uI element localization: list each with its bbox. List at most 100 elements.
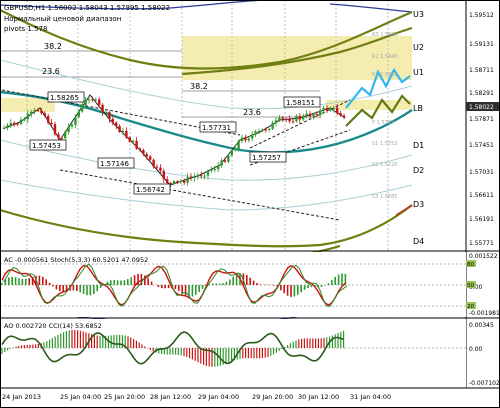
candle-body [118, 126, 121, 132]
candle-body [132, 140, 135, 142]
time-axis-tick: 30 Jan 12:00 [298, 393, 339, 401]
price-axis-tick: 1.55771 [469, 240, 494, 247]
level-label-u3: U3 [413, 10, 424, 19]
level-label-d3: D3 [413, 200, 424, 209]
fib-label: 38.2 [44, 42, 62, 51]
candle-body [145, 153, 148, 157]
candle-body [98, 99, 101, 105]
candle-body [257, 130, 261, 132]
chart-canvas[interactable]: 1.58265 1.57453 1.57146 1.56742 1.57731 1.572… [0, 0, 500, 408]
candle-body [271, 122, 274, 129]
candle-body [30, 111, 33, 114]
candle-body [285, 118, 288, 120]
pivot-label: R3 1.5933 [372, 32, 398, 38]
level-label-d1: D1 [413, 141, 424, 150]
candle-body [342, 115, 346, 118]
ao-panel-label: AO 0.002720 CCI(14) 53.6852 [4, 322, 102, 330]
candle-body [23, 119, 26, 121]
time-axis-tick: 25 Jan 20:00 [104, 393, 145, 401]
candle-body [247, 138, 250, 141]
candle-body [223, 160, 227, 162]
candle-body [261, 129, 264, 131]
candle-body [74, 116, 77, 125]
candle-body [227, 155, 230, 162]
candle-body [53, 124, 57, 135]
candle-body [13, 122, 16, 124]
candle-body [91, 99, 94, 101]
candle-body [47, 115, 50, 123]
ao-axis-tick: 0.00 [469, 346, 483, 353]
level-label-u1: U1 [413, 68, 424, 77]
pivot-label: R2 1.5843 [372, 54, 398, 60]
level-label-lb: LB [413, 104, 423, 113]
candle-body [322, 107, 325, 111]
ao-axis-tick: -0.007102 [469, 380, 500, 387]
candle-body [319, 110, 322, 116]
level-label-d2: D2 [413, 166, 424, 175]
stoch-level-tag: 80 [467, 262, 474, 268]
price-axis-tick: 1.57031 [469, 169, 494, 176]
candle-body [268, 128, 271, 130]
candle-body [159, 167, 162, 171]
candle-body [138, 148, 142, 150]
current-price-label: 1.58022 [469, 104, 494, 111]
candle-body [200, 175, 203, 177]
candle-body [240, 137, 244, 142]
price-axis-tick: 1.58711 [469, 67, 494, 74]
candle-body [40, 110, 43, 114]
candle-body [101, 104, 104, 113]
candle-body [203, 175, 206, 177]
candle-body [125, 130, 128, 138]
candle-body [278, 117, 281, 121]
candle-body [70, 124, 74, 127]
candle-body [176, 181, 179, 183]
candle-body [149, 156, 152, 160]
trading-chart-window: 1.58265 1.57453 1.57146 1.56742 1.57731 1.572… [0, 0, 500, 408]
price-axis-tick: 1.56191 [469, 216, 494, 223]
candle-body [115, 122, 118, 127]
candle-body [6, 125, 9, 128]
time-axis-tick: 31 Jan 04:00 [350, 393, 391, 401]
candle-body [19, 119, 23, 124]
level-label-d4: D4 [413, 237, 424, 246]
price-axis-tick: 1.59131 [469, 41, 494, 48]
time-axis-tick: 25 Jan 04:00 [60, 393, 101, 401]
candle-body [172, 181, 176, 184]
candle-body [254, 131, 257, 135]
price-axis-tick: 1.59512 [469, 12, 494, 19]
price-tag-label: 1.57731 [202, 124, 231, 132]
pivot-label: S2 1.5720 [372, 162, 397, 168]
candle-body [308, 113, 312, 117]
symbol-header: GBPUSD,H1 1.58002 1.58043 1.57995 1.5802… [4, 4, 170, 12]
candle-body [64, 131, 67, 139]
candle-body [251, 134, 254, 139]
candle-body [217, 165, 220, 170]
candle-body [155, 166, 159, 168]
pivot-label: S1 1.5752 [372, 141, 397, 147]
candle-body [230, 150, 233, 156]
candle-body [274, 120, 278, 123]
candle-body [60, 138, 63, 140]
candle-body [57, 134, 60, 139]
time-axis-tick: 29 Jan 04:00 [198, 393, 239, 401]
candle-body [302, 115, 305, 120]
price-axis-tick: 1.57451 [469, 142, 494, 149]
subtitle-pivots: pivots 1.578 [4, 25, 47, 33]
ao-axis-tick: 0.00345 [469, 322, 494, 329]
candle-body [166, 179, 169, 184]
price-tag-label: 1.56742 [136, 186, 165, 194]
candle-body [193, 176, 196, 178]
candle-body [315, 114, 318, 116]
candle-body [87, 99, 91, 101]
ac-axis-tick: 0.001522 [469, 253, 498, 260]
candle-body [94, 99, 97, 101]
candle-body [186, 176, 189, 183]
candle-body [26, 113, 29, 120]
price-tag-label: 1.57453 [32, 142, 61, 150]
candle-body [104, 112, 108, 114]
price-axis-tick: 1.56611 [469, 192, 494, 199]
candle-body [183, 181, 186, 183]
stoch-level-tag: 50 [467, 283, 474, 289]
candle-body [264, 129, 267, 131]
price-tag-label: 1.57257 [252, 154, 281, 162]
